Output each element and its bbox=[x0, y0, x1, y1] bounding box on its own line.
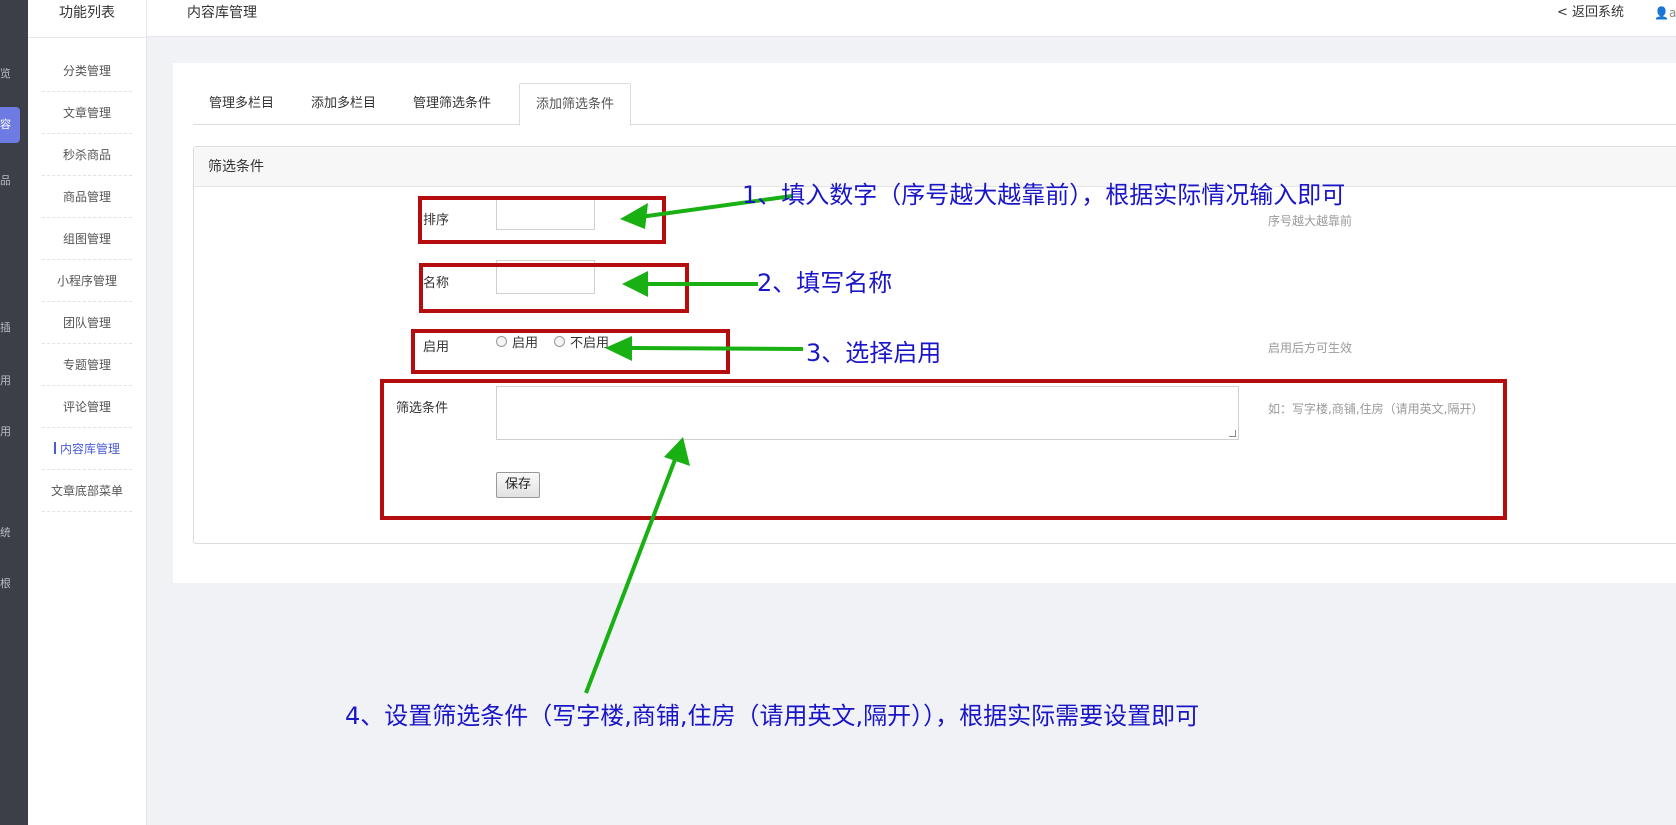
filter-form: 筛选条件 bbox=[193, 146, 1676, 544]
topbar: 内容库管理 < 返回系统 👤a bbox=[147, 0, 1676, 37]
name-input[interactable] bbox=[496, 260, 595, 294]
enable-on-label[interactable]: 启用 bbox=[512, 332, 538, 351]
enable-hint: 启用后方可生效 bbox=[1268, 341, 1353, 355]
sidebar-menu: 分类管理 文章管理 秒杀商品 商品管理 组图管理 小程序管理 团队管理 专题管理… bbox=[28, 50, 146, 512]
enable-off-radio[interactable] bbox=[554, 336, 566, 347]
rail-item-5[interactable]: 用 bbox=[0, 426, 10, 438]
back-to-system-link[interactable]: < 返回系统 bbox=[1557, 0, 1624, 26]
sidebar-item-category[interactable]: 分类管理 bbox=[42, 50, 132, 92]
conditions-textarea[interactable] bbox=[496, 386, 1239, 440]
main-panel: 管理多栏目 添加多栏目 管理筛选条件 添加筛选条件 筛选条件 排序 序号越大越靠… bbox=[173, 63, 1676, 583]
form-header: 筛选条件 bbox=[194, 147, 1676, 187]
conditions-hint: 如：写字楼,商铺,住房（请用英文,隔开） bbox=[1268, 402, 1484, 416]
tab-add-columns[interactable]: 添加多栏目 bbox=[295, 83, 392, 125]
enable-on-radio[interactable] bbox=[496, 336, 507, 347]
sidebar-item-galleries[interactable]: 组图管理 bbox=[42, 218, 132, 260]
sidebar-item-topics[interactable]: 专题管理 bbox=[42, 344, 132, 386]
sidebar-item-comments[interactable]: 评论管理 bbox=[42, 386, 132, 428]
enable-off-label[interactable]: 不启用 bbox=[570, 332, 609, 351]
tab-add-filter[interactable]: 添加筛选条件 bbox=[519, 83, 632, 126]
sidebar-item-article-footer-menu[interactable]: 文章底部菜单 bbox=[42, 470, 132, 512]
left-rail: 览 容 品 插 用 用 统 根 bbox=[0, 0, 28, 825]
sidebar-item-mini-program[interactable]: 小程序管理 bbox=[42, 260, 132, 302]
rail-item-2[interactable]: 品 bbox=[0, 175, 10, 187]
rail-item-3[interactable]: 插 bbox=[0, 322, 10, 334]
rail-item-6[interactable]: 统 bbox=[0, 527, 10, 539]
sidebar-item-flash-sale[interactable]: 秒杀商品 bbox=[42, 134, 132, 176]
user-name: a bbox=[1668, 6, 1676, 20]
tab-bar: 管理多栏目 添加多栏目 管理筛选条件 添加筛选条件 bbox=[193, 83, 1676, 126]
sidebar-item-team[interactable]: 团队管理 bbox=[42, 302, 132, 344]
tab-manage-filters[interactable]: 管理筛选条件 bbox=[397, 83, 507, 125]
sort-label: 排序 bbox=[423, 213, 450, 228]
sidebar-item-products[interactable]: 商品管理 bbox=[42, 176, 132, 218]
sidebar-title: 功能列表 bbox=[28, 0, 146, 38]
sort-hint: 序号越大越靠前 bbox=[1268, 214, 1353, 228]
annotation-step4: 4、设置筛选条件（写字楼,商铺,住房（请用英文,隔开）），根据实际需要设置即可 bbox=[345, 702, 1200, 730]
enable-radio-group: 启用 不启用 bbox=[496, 332, 625, 351]
rail-item-0[interactable]: 览 bbox=[0, 68, 10, 80]
tab-manage-columns[interactable]: 管理多栏目 bbox=[193, 83, 290, 125]
user-icon: 👤 bbox=[1654, 6, 1669, 20]
sort-input[interactable] bbox=[496, 196, 595, 230]
conditions-label: 筛选条件 bbox=[396, 401, 449, 416]
name-label: 名称 bbox=[423, 276, 450, 291]
rail-item-4[interactable]: 用 bbox=[0, 375, 10, 387]
sidebar-item-articles[interactable]: 文章管理 bbox=[42, 92, 132, 134]
enable-label: 启用 bbox=[423, 340, 450, 355]
rail-item-content-active[interactable]: 容 bbox=[0, 107, 20, 143]
sidebar: 功能列表 分类管理 文章管理 秒杀商品 商品管理 组图管理 小程序管理 团队管理… bbox=[28, 0, 147, 825]
user-menu[interactable]: 👤a bbox=[1654, 0, 1676, 26]
page-title: 内容库管理 bbox=[187, 5, 257, 21]
resize-grip-icon[interactable] bbox=[1229, 430, 1236, 437]
rail-item-7[interactable]: 根 bbox=[0, 578, 10, 590]
sidebar-item-content-library[interactable]: 内容库管理 bbox=[42, 428, 132, 470]
save-button[interactable]: 保存 bbox=[496, 472, 540, 498]
